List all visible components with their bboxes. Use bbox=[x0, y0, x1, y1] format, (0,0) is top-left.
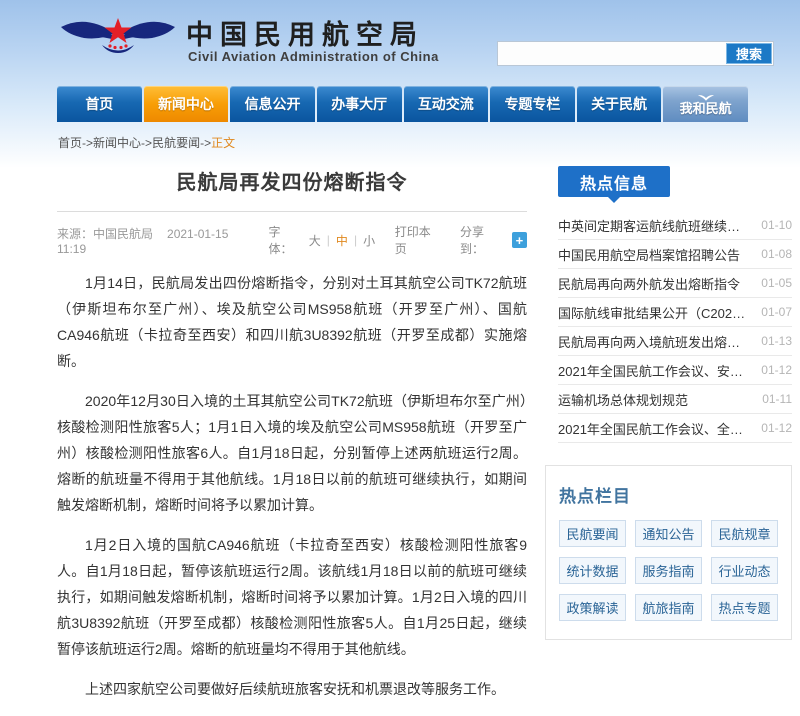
nav-tab-about-caac[interactable]: 关于民航 bbox=[577, 86, 662, 122]
font-separator: | bbox=[354, 233, 357, 247]
news-date: 01-11 bbox=[762, 392, 792, 406]
news-date: 01-05 bbox=[761, 276, 792, 290]
hot-news-list: 中英间定期客运航线航班继续暂停运行 01-10 中国民用航空局档案馆招聘公告 01-… bbox=[558, 211, 792, 443]
column-link-notices[interactable]: 通知公告 bbox=[635, 520, 702, 547]
article-title: 民航局再发四份熔断指令 bbox=[57, 166, 527, 195]
breadcrumb-caac-news[interactable]: 民航要闻 bbox=[152, 136, 200, 150]
list-item[interactable]: 中国民用航空局档案馆招聘公告 01-08 bbox=[558, 240, 792, 269]
breadcrumb-current: 正文 bbox=[211, 136, 235, 150]
hot-news-header: 热点信息 bbox=[558, 166, 670, 197]
breadcrumb-separator: -> bbox=[141, 136, 152, 150]
list-item[interactable]: 2021年全国民航工作会议、安全工作... 01-12 bbox=[558, 356, 792, 385]
news-date: 01-08 bbox=[761, 247, 792, 261]
article-meta-right: 字体： 大 | 中 | 小 打印本页分享到： + bbox=[268, 223, 527, 257]
search-button[interactable]: 搜索 bbox=[726, 43, 772, 64]
column-link-travel-guide[interactable]: 航旅指南 bbox=[635, 594, 702, 621]
article: 民航局再发四份熔断指令 来源：中国民航局2021-01-15 11:19 字体：… bbox=[57, 156, 527, 716]
news-link[interactable]: 国际航线审批结果公开（C202000... bbox=[558, 303, 750, 322]
site-subtitle: Civil Aviation Administration of China bbox=[188, 49, 439, 64]
nav-tab-interaction[interactable]: 互动交流 bbox=[404, 86, 489, 122]
column-link-hot-topics[interactable]: 热点专题 bbox=[711, 594, 778, 621]
main-nav: 首页 新闻中心 信息公开 办事大厅 互动交流 专题专栏 关于民航 我和民航 bbox=[57, 86, 748, 122]
news-date: 01-10 bbox=[761, 218, 792, 232]
font-size-medium[interactable]: 中 bbox=[336, 232, 348, 249]
column-link-caac-news[interactable]: 民航要闻 bbox=[559, 520, 626, 547]
nav-tab-service-hall[interactable]: 办事大厅 bbox=[317, 86, 402, 122]
breadcrumb-news-center[interactable]: 新闻中心 bbox=[93, 136, 141, 150]
news-date: 01-13 bbox=[761, 334, 792, 348]
news-date: 01-12 bbox=[761, 363, 792, 377]
nav-tab-special-topics[interactable]: 专题专栏 bbox=[490, 86, 575, 122]
article-source: 来源：中国民航局 bbox=[57, 227, 153, 241]
site-title: 中国民用航空局 bbox=[186, 13, 424, 52]
font-size-large[interactable]: 大 bbox=[309, 232, 321, 249]
nav-tab-me-and-caac[interactable]: 我和民航 bbox=[663, 86, 748, 122]
list-item[interactable]: 民航局再向两外航发出熔断指令 01-05 bbox=[558, 269, 792, 298]
nav-tab-label: 我和民航 bbox=[680, 102, 732, 116]
nav-tab-home[interactable]: 首页 bbox=[57, 86, 142, 122]
share-label: 分享到： bbox=[460, 223, 506, 257]
column-link-policy-interpretation[interactable]: 政策解读 bbox=[559, 594, 626, 621]
news-date: 01-12 bbox=[761, 421, 792, 435]
share-plus-icon[interactable]: + bbox=[512, 232, 527, 248]
list-item[interactable]: 运输机场总体规划规范 01-11 bbox=[558, 385, 792, 414]
breadcrumb-home[interactable]: 首页 bbox=[58, 136, 82, 150]
print-page-button[interactable]: 打印本页 bbox=[395, 223, 441, 257]
news-link[interactable]: 中英间定期客运航线航班继续暂停运行 bbox=[558, 216, 750, 235]
news-link[interactable]: 民航局再向两入境航班发出熔断指令 bbox=[558, 332, 750, 351]
news-link[interactable]: 2021年全国民航工作会议、安全工作... bbox=[558, 361, 750, 380]
column-link-service-guide[interactable]: 服务指南 bbox=[635, 557, 702, 584]
list-item[interactable]: 2021年全国民航工作会议、全国民航... 01-12 bbox=[558, 414, 792, 443]
nav-tab-info-disclosure[interactable]: 信息公开 bbox=[230, 86, 315, 122]
news-link[interactable]: 运输机场总体规划规范 bbox=[558, 390, 688, 409]
hot-columns-grid: 民航要闻 通知公告 民航规章 统计数据 服务指南 行业动态 政策解读 航旅指南 … bbox=[559, 520, 778, 621]
sidebar: 热点信息 中英间定期客运航线航班继续暂停运行 01-10 中国民用航空局档案馆招聘… bbox=[545, 166, 792, 640]
article-meta-left: 来源：中国民航局2021-01-15 11:19 bbox=[57, 225, 268, 256]
article-paragraph: 上述四家航空公司要做好后续航班旅客安抚和机票退改等服务工作。 bbox=[57, 676, 527, 702]
caac-logo-icon bbox=[58, 12, 178, 62]
article-paragraph: 1月2日入境的国航CA946航班（卡拉奇至西安）核酸检测阳性旅客9人。自1月18… bbox=[57, 532, 527, 662]
column-link-statistics[interactable]: 统计数据 bbox=[559, 557, 626, 584]
article-body: 1月14日，民航局发出四份熔断指令，分别对土耳其航空公司TK72航班（伊斯坦布尔… bbox=[57, 270, 527, 702]
column-link-regulations[interactable]: 民航规章 bbox=[711, 520, 778, 547]
font-size-label: 字体： bbox=[268, 223, 302, 257]
breadcrumb-separator: -> bbox=[200, 136, 211, 150]
list-item[interactable]: 中英间定期客运航线航班继续暂停运行 01-10 bbox=[558, 211, 792, 240]
list-item[interactable]: 国际航线审批结果公开（C202000... 01-07 bbox=[558, 298, 792, 327]
list-item[interactable]: 民航局再向两入境航班发出熔断指令 01-13 bbox=[558, 327, 792, 356]
article-meta: 来源：中国民航局2021-01-15 11:19 字体： 大 | 中 | 小 打印本页分享到… bbox=[57, 212, 527, 260]
hot-columns-title: 热点栏目 bbox=[559, 482, 778, 507]
font-separator: | bbox=[327, 233, 330, 247]
news-link[interactable]: 中国民用航空局档案馆招聘公告 bbox=[558, 245, 740, 264]
news-date: 01-07 bbox=[761, 305, 792, 319]
hot-columns-box: 热点栏目 民航要闻 通知公告 民航规章 统计数据 服务指南 行业动态 政策解读 … bbox=[545, 465, 792, 640]
column-link-industry-trends[interactable]: 行业动态 bbox=[711, 557, 778, 584]
news-link[interactable]: 2021年全国民航工作会议、全国民航... bbox=[558, 419, 750, 438]
article-paragraph: 1月14日，民航局发出四份熔断指令，分别对土耳其航空公司TK72航班（伊斯坦布尔… bbox=[57, 270, 527, 374]
article-paragraph: 2020年12月30日入境的土耳其航空公司TK72航班（伊斯坦布尔至广州）核酸检… bbox=[57, 388, 527, 518]
search-input[interactable] bbox=[498, 42, 725, 65]
font-size-small[interactable]: 小 bbox=[363, 232, 375, 249]
breadcrumb-separator: -> bbox=[82, 136, 93, 150]
nav-tab-news-center[interactable]: 新闻中心 bbox=[144, 86, 229, 122]
search-bar: 搜索 bbox=[497, 41, 774, 66]
news-link[interactable]: 民航局再向两外航发出熔断指令 bbox=[558, 274, 740, 293]
breadcrumb: 首页->新闻中心->民航要闻->正文 bbox=[58, 134, 235, 151]
